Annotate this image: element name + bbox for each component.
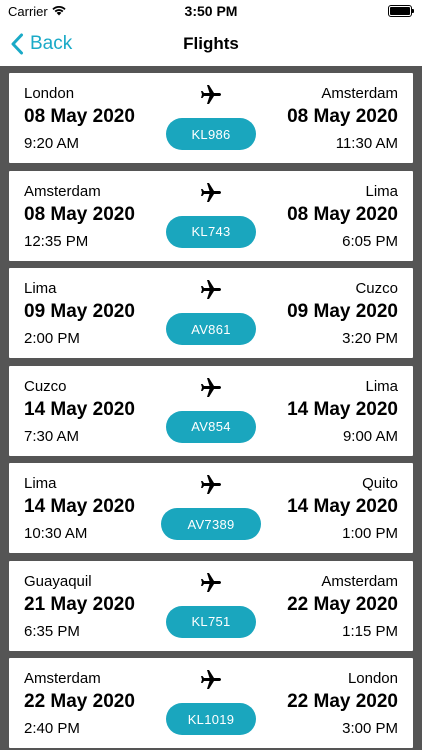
- arrival-date: 14 May 2020: [287, 398, 398, 420]
- arrival-date: 09 May 2020: [287, 301, 398, 322]
- arrival-time: 1:00 PM: [342, 525, 398, 542]
- destination-city: London: [347, 670, 398, 687]
- flight-number-badge: AV854: [166, 410, 256, 443]
- flight-number-badge: AV7389: [161, 508, 261, 540]
- arrival-time: 3:20 PM: [342, 330, 398, 347]
- departure-time: 6:35 PM: [24, 622, 80, 640]
- airplane-icon: [201, 280, 221, 299]
- page-title: Flights: [183, 34, 239, 53]
- flight-card[interactable]: Guayaquil 21 May 2020 6:35 PM KL751 Amst…: [9, 560, 413, 651]
- origin-city: Amsterdam: [24, 670, 101, 687]
- navigation-bar: Back Flights: [0, 22, 422, 66]
- flight-card[interactable]: London 08 May 2020 9:20 AM KL986 Amsterd…: [9, 73, 413, 163]
- departure-date: 14 May 2020: [24, 496, 135, 517]
- departure-time: 2:00 PM: [24, 330, 80, 347]
- airplane-icon: [201, 85, 221, 104]
- flight-card[interactable]: Cuzco 14 May 2020 7:30 AM AV854 Lima 14 …: [9, 365, 413, 456]
- airplane-icon: [201, 182, 221, 202]
- destination-city: Amsterdam: [321, 85, 398, 102]
- origin-city: Amsterdam: [24, 182, 101, 200]
- origin-city: Cuzco: [24, 377, 67, 395]
- departure-date: 08 May 2020: [24, 203, 135, 225]
- destination-city: Cuzco: [355, 280, 398, 297]
- flight-number-badge: KL1019: [166, 703, 256, 735]
- departure-date: 08 May 2020: [24, 106, 135, 127]
- departure-time: 2:40 PM: [24, 720, 80, 737]
- flight-card[interactable]: Lima 09 May 2020 2:00 PM AV861 Cuzco 09 …: [9, 268, 413, 358]
- departure-date: 14 May 2020: [24, 398, 135, 420]
- arrival-date: 22 May 2020: [287, 691, 398, 712]
- arrival-date: 14 May 2020: [287, 496, 398, 517]
- origin-city: London: [24, 85, 75, 102]
- arrival-time: 6:05 PM: [342, 232, 398, 250]
- flight-number-badge: KL986: [166, 118, 256, 150]
- airplane-icon: [201, 377, 221, 397]
- destination-city: Quito: [362, 475, 398, 492]
- origin-city: Guayaquil: [24, 572, 92, 590]
- arrival-time: 1:15 PM: [342, 622, 398, 640]
- clock: 3:50 PM: [184, 3, 238, 19]
- destination-city: Amsterdam: [321, 572, 398, 590]
- airplane-icon: [201, 670, 221, 689]
- origin-city: Lima: [24, 280, 57, 297]
- flight-list[interactable]: London 08 May 2020 9:20 AM KL986 Amsterd…: [0, 66, 422, 750]
- airplane-icon: [201, 475, 221, 494]
- arrival-time: 11:30 AM: [335, 135, 398, 152]
- departure-date: 09 May 2020: [24, 301, 135, 322]
- origin-city: Lima: [24, 475, 57, 492]
- arrival-time: 3:00 PM: [342, 720, 398, 737]
- battery-icon: [388, 5, 414, 17]
- flight-card[interactable]: Amsterdam 22 May 2020 2:40 PM KL1019 Lon…: [9, 658, 413, 748]
- arrival-date: 22 May 2020: [287, 593, 398, 615]
- destination-city: Lima: [365, 377, 398, 395]
- flight-card[interactable]: Amsterdam 08 May 2020 12:35 PM KL743 Lim…: [9, 170, 413, 261]
- departure-time: 7:30 AM: [24, 427, 80, 445]
- departure-time: 12:35 PM: [24, 232, 89, 250]
- departure-time: 9:20 AM: [24, 135, 80, 152]
- flight-number-badge: KL751: [166, 605, 256, 638]
- arrival-date: 08 May 2020: [287, 106, 398, 127]
- status-bar: Carrier 3:50 PM: [0, 0, 422, 22]
- flight-card[interactable]: Lima 14 May 2020 10:30 AM AV7389 Quito 1…: [9, 463, 413, 553]
- flight-number-badge: KL743: [166, 215, 256, 248]
- departure-date: 21 May 2020: [24, 593, 135, 615]
- flight-number-badge: AV861: [166, 313, 256, 345]
- departure-date: 22 May 2020: [24, 691, 135, 712]
- destination-city: Lima: [365, 182, 398, 200]
- arrival-date: 08 May 2020: [287, 203, 398, 225]
- arrival-time: 9:00 AM: [342, 427, 398, 445]
- departure-time: 10:30 AM: [24, 525, 88, 542]
- airplane-icon: [201, 572, 221, 592]
